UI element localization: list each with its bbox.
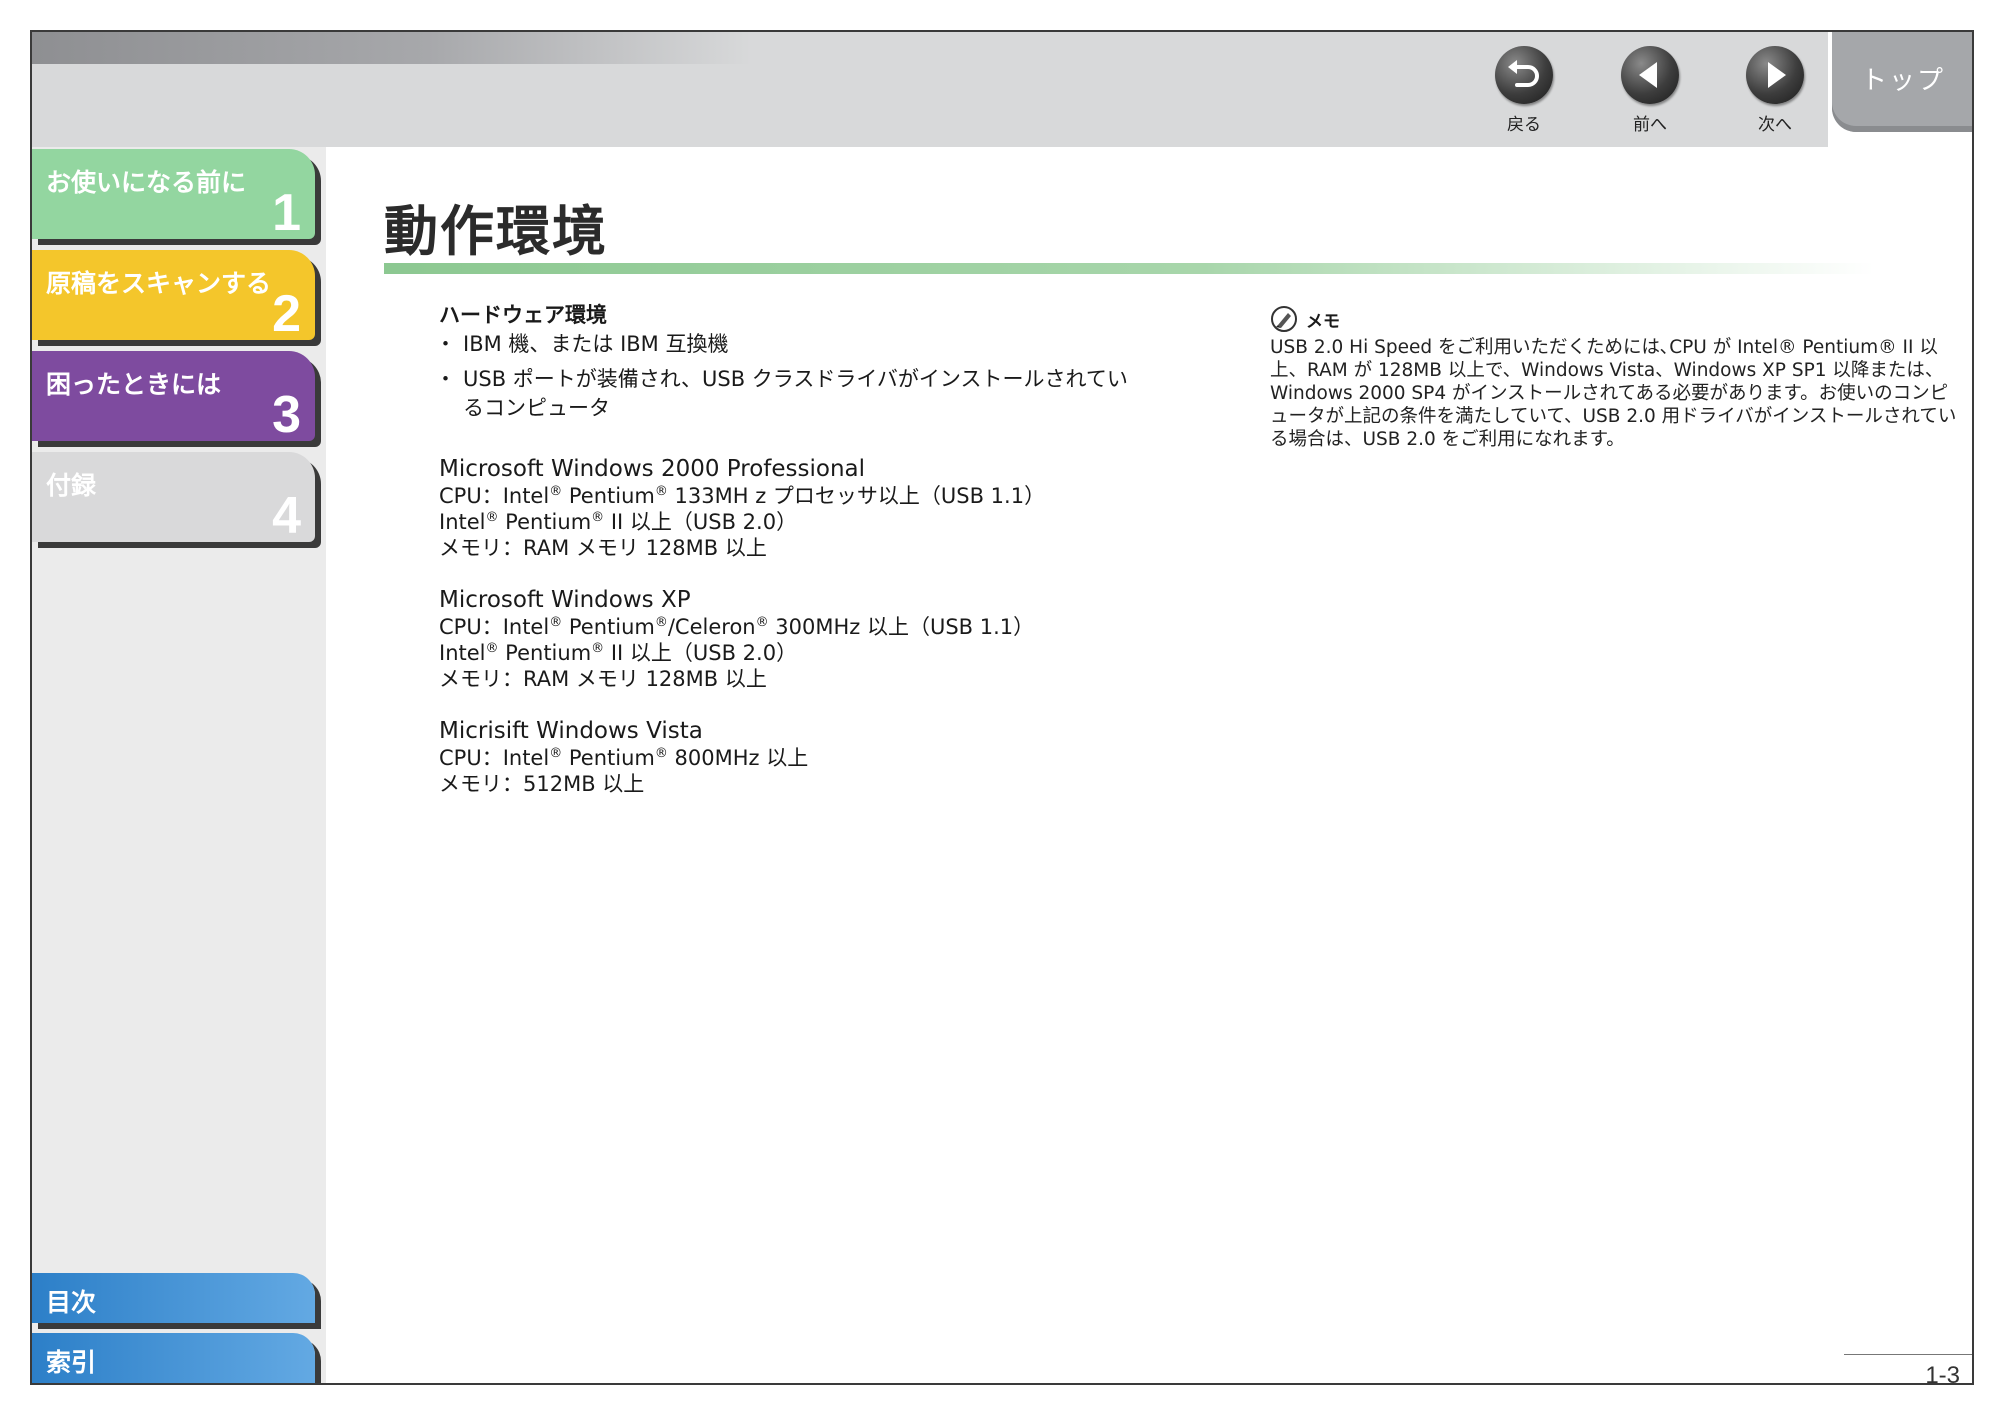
top-page-tab[interactable]: トップ [1832, 32, 1972, 132]
spec-text: CPU：Intel [439, 484, 550, 508]
registered-mark: ® [549, 615, 563, 630]
spec-line: メモリ：RAM メモリ 128MB 以上 [439, 535, 1239, 561]
spec-line: Intel® Pentium® II 以上（USB 2.0） [439, 640, 1239, 666]
registered-mark: ® [485, 510, 499, 525]
spec-line: CPU：Intel® Pentium®/Celeron® 300MHz 以上（U… [439, 614, 1239, 640]
spec-text: II 以上（USB 2.0） [604, 510, 798, 534]
registered-mark: ® [654, 615, 668, 630]
back-arrow-icon [1495, 46, 1553, 104]
spec-text: 133MH z プロセッサ以上（USB 1.1） [667, 484, 1046, 508]
chapter-tab-1[interactable]: お使いになる前に 1 [32, 149, 315, 242]
list-item: IBM 機、または IBM 互換機 [435, 330, 1139, 359]
prev-button[interactable]: 前へ [1610, 46, 1690, 135]
title-underline [384, 263, 1874, 274]
spec-text: Pentium [562, 615, 655, 639]
registered-mark: ® [549, 746, 563, 761]
spec-text: /Celeron [667, 615, 756, 639]
os-spec-windows-2000: Microsoft Windows 2000 Professional CPU：… [439, 456, 1239, 561]
chapter-tab-2[interactable]: 原稿をスキャンする 2 [32, 250, 315, 343]
spec-text: 300MHz 以上（USB 1.1） [768, 615, 1035, 639]
top-bar: 戻る 前へ 次へ [32, 32, 1828, 147]
spec-text: メモリ：RAM メモリ 128MB 以上 [439, 667, 767, 691]
chapter-tab-4[interactable]: 付録 4 [32, 452, 315, 545]
os-heading: Micrisift Windows Vista [439, 718, 703, 744]
sidebar: お使いになる前に 1 原稿をスキャンする 2 困ったときには 3 付録 4 目次… [32, 147, 326, 1383]
registered-mark: ® [654, 484, 668, 499]
spec-line: CPU：Intel® Pentium® 133MH z プロセッサ以上（USB … [439, 483, 1239, 509]
page-number-rule [1844, 1354, 1972, 1355]
memo-heading: メモ [1270, 305, 1340, 333]
registered-mark: ® [591, 641, 605, 656]
page-number: 1-3 [1925, 1362, 1960, 1385]
registered-mark: ® [654, 746, 668, 761]
right-triangle-icon [1746, 46, 1804, 104]
spec-text: CPU：Intel [439, 746, 550, 770]
hardware-heading: ハードウェア環境 [439, 303, 607, 327]
next-button[interactable]: 次へ [1735, 46, 1815, 135]
pencil-icon [1271, 306, 1297, 332]
os-spec-windows-xp: Microsoft Windows XP CPU：Intel® Pentium®… [439, 587, 1239, 692]
spec-line: CPU：Intel® Pentium® 800MHz 以上 [439, 745, 1239, 771]
toc-tab[interactable]: 目次 [32, 1273, 315, 1323]
os-heading: Microsoft Windows 2000 Professional [439, 456, 866, 482]
spec-text: メモリ：RAM メモリ 128MB 以上 [439, 536, 767, 560]
chapter-tab-3[interactable]: 困ったときには 3 [32, 351, 315, 444]
spec-text: Intel [439, 641, 486, 665]
memo-text: USB 2.0 Hi Speed をご利用いただくためには､CPU が Inte… [1270, 337, 1957, 450]
spec-text: Pentium [498, 641, 592, 665]
list-item: USB ポートが装備され、USB クラスドライバがインストールされているコンピュ… [435, 365, 1139, 423]
back-button[interactable]: 戻る [1484, 46, 1564, 135]
spec-text: CPU：Intel [439, 615, 550, 639]
registered-mark: ® [755, 615, 769, 630]
spec-line: メモリ：512MB 以上 [439, 771, 1239, 797]
page-title: 動作環境 [384, 200, 608, 263]
spec-text: Pentium [498, 510, 592, 534]
index-tab[interactable]: 索引 [32, 1333, 315, 1383]
registered-mark: ® [591, 510, 605, 525]
spec-text: メモリ：512MB 以上 [439, 772, 645, 796]
spec-text: Intel [439, 510, 486, 534]
hardware-list: IBM 機、または IBM 互換機 USB ポートが装備され、USB クラスドラ… [435, 330, 1139, 429]
manual-page: 戻る 前へ 次へ トップ お使いになる前に 1 原稿をスキャンする 2 困ったと… [30, 30, 1974, 1385]
spec-line: Intel® Pentium® II 以上（USB 2.0） [439, 509, 1239, 535]
registered-mark: ® [485, 641, 499, 656]
registered-mark: ® [549, 484, 563, 499]
spec-text: Pentium [562, 746, 655, 770]
spec-line: メモリ：RAM メモリ 128MB 以上 [439, 666, 1239, 692]
spec-text: II 以上（USB 2.0） [604, 641, 798, 665]
spec-text: 800MHz 以上 [667, 746, 809, 770]
os-heading: Microsoft Windows XP [439, 587, 691, 613]
os-spec-windows-vista: Micrisift Windows Vista CPU：Intel® Penti… [439, 718, 1239, 797]
left-triangle-icon [1621, 46, 1679, 104]
spec-text: Pentium [562, 484, 655, 508]
